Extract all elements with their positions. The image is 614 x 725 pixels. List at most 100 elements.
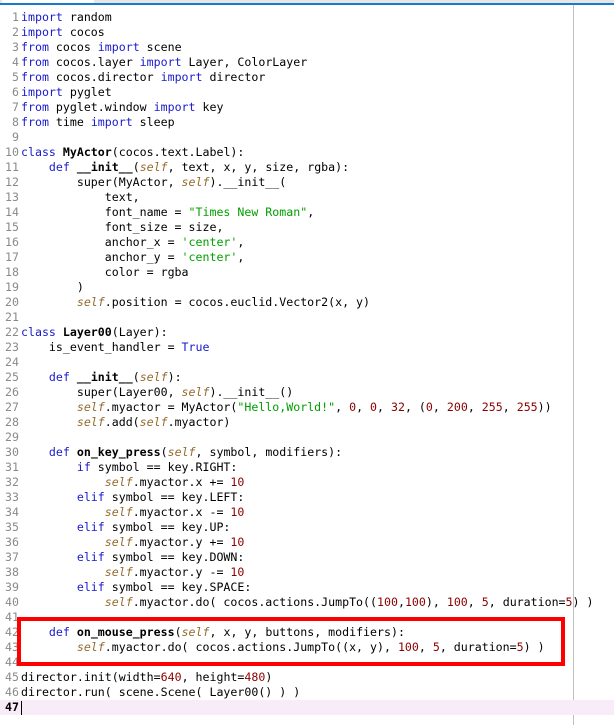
code-editor[interactable]: 1 import random 2 import cocos 3 from cocos i… (0, 10, 614, 715)
code-line[interactable]: 27 self.myactor = MyActor("Hello,World!"… (0, 400, 614, 415)
code-text: , duration= (488, 595, 566, 609)
definition-name: __init__ (76, 370, 133, 384)
number-literal: 100 (377, 595, 398, 609)
keyword: def (48, 625, 70, 639)
line-number: 7 (12, 100, 19, 114)
code-line[interactable]: 22 class Layer00(Layer): (0, 325, 614, 340)
code-line[interactable]: 19 ) (0, 280, 614, 295)
code-line[interactable]: 35 elif symbol == key.UP: (0, 520, 614, 535)
code-line[interactable]: 14 font_name = "Times New Roman", (0, 205, 614, 220)
line-number: 41 (5, 610, 19, 624)
code-line[interactable]: 26 super(Layer00, self).__init__() (0, 385, 614, 400)
code-text: .myactor.x += (132, 475, 231, 489)
line-number: 47 (5, 700, 19, 714)
code-line[interactable]: 31 if symbol == key.RIGHT: (0, 460, 614, 475)
code-line[interactable]: 4 from cocos.layer import Layer, ColorLay… (0, 55, 614, 70)
code-line[interactable]: 21 (0, 310, 614, 325)
self-keyword: self (181, 385, 210, 399)
code-line[interactable]: 24 (0, 355, 614, 370)
code-text: font_name = (21, 205, 189, 219)
keyword: from (21, 55, 49, 69)
code-text: symbol == key.DOWN: (104, 550, 245, 564)
code-line[interactable]: 45 director.init(width=640, height=480) (0, 670, 614, 685)
keyword: if (76, 460, 91, 474)
code-line[interactable]: 15 font_size = size, (0, 220, 614, 235)
code-line[interactable]: 8 from time import sleep (0, 115, 614, 130)
code-text: cocos.layer (48, 55, 140, 69)
code-text: font_size = size, (21, 220, 224, 234)
code-line[interactable]: 7 from pyglet.window import key (0, 100, 614, 115)
code-line[interactable]: 39 elif symbol == key.SPACE: (0, 580, 614, 595)
line-number: 30 (5, 445, 19, 459)
code-line[interactable]: 6 import pyglet (0, 85, 614, 100)
code-line[interactable]: 5 from cocos.director import director (0, 70, 614, 85)
keyword: def (48, 445, 70, 459)
code-line[interactable]: 9 (0, 130, 614, 145)
line-number: 25 (5, 370, 19, 384)
code-line[interactable]: 11 def __init__(self, text, x, y, size, … (0, 160, 614, 175)
number-literal: 10 (230, 475, 245, 489)
code-text: , height= (181, 670, 245, 684)
code-line[interactable]: 13 text, (0, 190, 614, 205)
code-line[interactable]: 1 import random (0, 10, 614, 25)
code-line[interactable]: 3 from cocos import scene (0, 40, 614, 55)
code-text: cocos (48, 40, 98, 54)
self-keyword: self (104, 535, 133, 549)
code-line[interactable]: 43 self.myactor.do( cocos.actions.JumpTo… (0, 640, 614, 655)
code-text: ) ) (523, 640, 545, 654)
code-line[interactable]: 2 import cocos (0, 25, 614, 40)
code-text: director.init(width= (21, 670, 161, 684)
code-text: (Layer): (111, 325, 168, 339)
line-number: 21 (5, 310, 19, 324)
keyword: import (139, 55, 182, 69)
code-line[interactable]: 12 super(MyActor, self).__init__( (0, 175, 614, 190)
self-keyword: self (104, 595, 133, 609)
code-line[interactable]: 42 def on_mouse_press(self, x, y, button… (0, 625, 614, 640)
line-number: 22 (5, 325, 19, 339)
code-text: (cocos.text.Label): (111, 145, 245, 159)
definition-name: __init__ (76, 160, 133, 174)
keyword: import (21, 25, 63, 39)
code-line[interactable]: 16 anchor_x = 'center', (0, 235, 614, 250)
keyword: def (48, 160, 70, 174)
code-line[interactable]: 36 self.myactor.y += 10 (0, 535, 614, 550)
line-number: 27 (5, 400, 19, 414)
code-line[interactable]: 25 def __init__(self): (0, 370, 614, 385)
definition-name: MyActor (62, 145, 112, 159)
number-literal: 0 (370, 400, 378, 414)
code-text: .myactor.y -= (132, 565, 231, 579)
code-line[interactable]: 38 self.myactor.y -= 10 (0, 565, 614, 580)
code-line[interactable]: 34 self.myactor.x -= 10 (0, 505, 614, 520)
number-literal: 100 (446, 595, 468, 609)
code-text: is_event_handler = (21, 340, 182, 354)
code-line[interactable]: 23 is_event_handler = True (0, 340, 614, 355)
code-line[interactable]: 10 class MyActor(cocos.text.Label): (0, 145, 614, 160)
code-line[interactable]: 40 self.myactor.do( cocos.actions.JumpTo… (0, 595, 614, 610)
number-literal: 100 (397, 640, 419, 654)
code-line[interactable]: 44 (0, 655, 614, 670)
line-number: 39 (5, 580, 19, 594)
code-line[interactable]: 20 self.position = cocos.euclid.Vector2(… (0, 295, 614, 310)
code-line[interactable]: 18 color = rgba (0, 265, 614, 280)
code-text: , duration= (439, 640, 517, 654)
number-literal: 100 (404, 595, 426, 609)
code-text: .myactor.do( cocos.actions.JumpTo(( (132, 595, 377, 609)
code-text: cocos (62, 25, 105, 39)
code-line[interactable]: 17 anchor_y = 'center', (0, 250, 614, 265)
code-line[interactable]: 46 director.run( scene.Scene( Layer00() )… (0, 685, 614, 700)
number-literal: 255 (516, 400, 538, 414)
code-line[interactable]: 41 (0, 610, 614, 625)
code-line[interactable]: 29 (0, 430, 614, 445)
code-text: ( (174, 625, 182, 639)
code-line[interactable]: 33 elif symbol == key.LEFT: (0, 490, 614, 505)
code-line[interactable]: 37 elif symbol == key.DOWN: (0, 550, 614, 565)
code-line[interactable]: 32 self.myactor.x += 10 (0, 475, 614, 490)
code-line[interactable]: 28 self.add(self.myactor) (0, 415, 614, 430)
code-line[interactable]: 47 (0, 700, 614, 715)
code-line[interactable]: 30 def on_key_press(self, symbol, modifi… (0, 445, 614, 460)
line-number: 15 (5, 220, 19, 234)
number-literal: 640 (160, 670, 182, 684)
